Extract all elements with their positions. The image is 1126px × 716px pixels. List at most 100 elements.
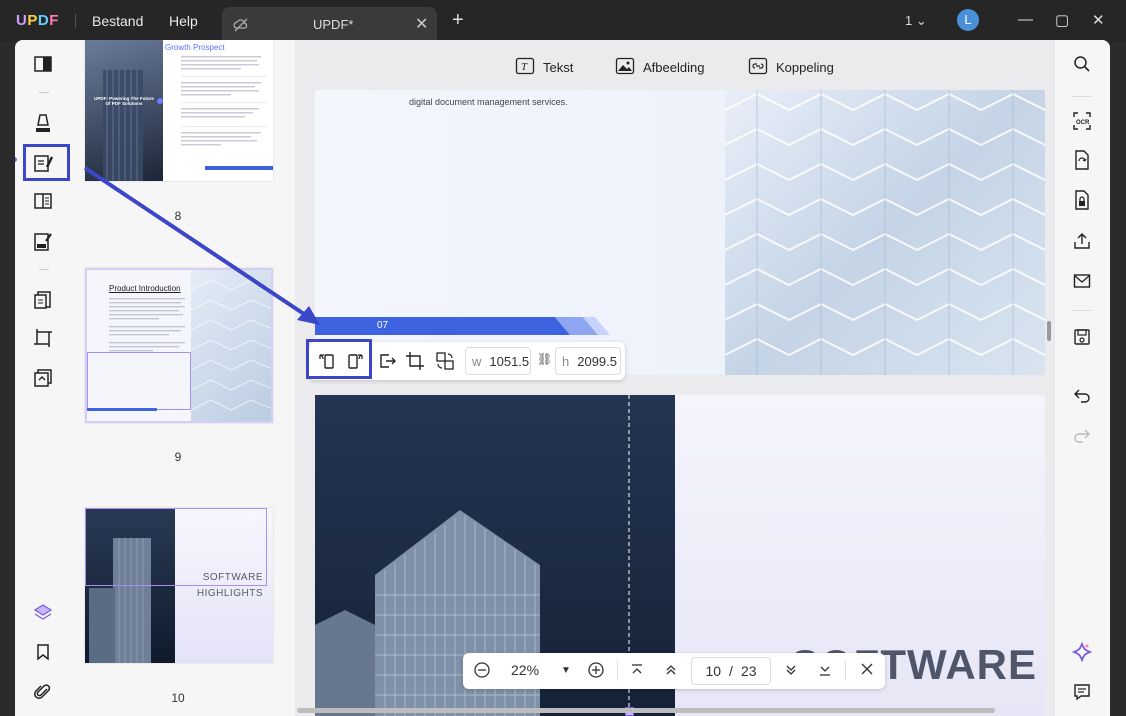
- link-icon: [748, 57, 768, 78]
- horizontal-scrollbar[interactable]: [297, 708, 995, 713]
- thumb-image-title: UPDF: Powering The Future Of PDF Solutio…: [94, 96, 154, 106]
- add-image-button[interactable]: Afbeelding: [615, 57, 704, 78]
- svg-text:OCR: OCR: [1076, 120, 1090, 126]
- menu-help[interactable]: Help: [169, 13, 198, 29]
- right-toolbar: OCR: [1055, 40, 1110, 716]
- page-separator: /: [729, 663, 733, 679]
- glass-facade-photo: [724, 90, 1045, 375]
- rightbar-divider: [1072, 310, 1092, 311]
- zoom-dropdown-icon[interactable]: ▼: [561, 665, 571, 676]
- pdf-page-9: digital document management services. 07: [315, 90, 1045, 375]
- page-body-text: digital document management services.: [409, 97, 568, 107]
- zoom-level[interactable]: 22%: [511, 662, 539, 678]
- redo-icon[interactable]: [1072, 425, 1092, 445]
- layers-icon[interactable]: [29, 598, 57, 626]
- chevron-down-icon: ⌄: [915, 13, 927, 28]
- close-window-icon[interactable]: ✕: [1092, 11, 1105, 29]
- email-icon[interactable]: [1072, 271, 1092, 291]
- total-pages: 23: [740, 663, 757, 679]
- thumbnail-panel: UPDF: Powering The Future Of PDF Solutio…: [71, 40, 295, 716]
- add-link-button[interactable]: Koppeling: [748, 57, 834, 78]
- text-box-icon: T: [515, 57, 535, 78]
- bookmark-icon[interactable]: [29, 638, 57, 666]
- image-height-field[interactable]: h 2099.5: [555, 347, 621, 375]
- new-tab-icon[interactable]: +: [452, 9, 464, 32]
- image-width-field[interactable]: w 1051.5: [465, 347, 531, 375]
- rotate-left-icon[interactable]: [317, 351, 337, 376]
- add-link-label: Koppeling: [776, 60, 834, 75]
- convert-icon[interactable]: [1072, 150, 1092, 170]
- active-indicator: [15, 157, 17, 162]
- building-image: UPDF: Powering The Future Of PDF Solutio…: [85, 40, 163, 181]
- rotate-right-icon[interactable]: [345, 351, 365, 376]
- toolbar-divider: [39, 269, 49, 270]
- undo-icon[interactable]: [1072, 385, 1092, 405]
- height-value: 2099.5: [577, 353, 617, 369]
- previous-page-icon[interactable]: [663, 662, 679, 681]
- thumbnail-page-8[interactable]: UPDF: Powering The Future Of PDF Solutio…: [85, 40, 273, 181]
- last-page-icon[interactable]: [817, 662, 833, 681]
- crop-image-icon[interactable]: [405, 351, 425, 376]
- left-toolbar: [15, 40, 71, 716]
- first-page-icon[interactable]: [629, 662, 645, 681]
- ai-assistant-icon[interactable]: [1072, 642, 1092, 662]
- width-label: w: [472, 353, 482, 369]
- title-separator: [75, 14, 76, 28]
- crop-pages-icon[interactable]: [29, 324, 57, 352]
- glass-facade-image: [190, 270, 271, 421]
- banner-number: 07: [377, 320, 389, 331]
- page-tools-icon[interactable]: [29, 364, 57, 392]
- height-label: h: [562, 353, 570, 369]
- comment-list-icon[interactable]: [1072, 682, 1092, 702]
- extract-image-icon[interactable]: [377, 351, 397, 376]
- thumbnail-page-9[interactable]: Product Introduction: [85, 268, 273, 423]
- app-window: UPDF: Powering The Future Of PDF Solutio…: [15, 40, 1110, 716]
- svg-text:T: T: [521, 61, 528, 73]
- minimize-icon[interactable]: —: [1018, 11, 1033, 28]
- replace-image-icon[interactable]: [435, 351, 455, 376]
- lock-ratio-icon[interactable]: ⛓: [537, 352, 552, 366]
- edit-subtoolbar: T Tekst Afbeelding Koppeling: [295, 40, 1055, 90]
- highlight-box-edit-tool: [23, 144, 70, 181]
- tab-close-icon[interactable]: ✕: [415, 14, 428, 34]
- convert-pdf-icon[interactable]: [29, 286, 57, 314]
- add-text-label: Tekst: [543, 60, 574, 75]
- zoom-nav-bar: 22% ▼ 10 / 23: [463, 653, 885, 689]
- thumb-heading: SOFTWARE HIGHLIGHTS: [196, 572, 263, 599]
- page-number-input[interactable]: 10 / 23: [691, 657, 771, 685]
- menu-file[interactable]: Bestand: [92, 13, 143, 29]
- image-icon: [615, 57, 635, 78]
- page-number-10: 10: [171, 691, 185, 705]
- window-count[interactable]: 1 ⌄: [905, 13, 927, 29]
- save-icon[interactable]: [1072, 327, 1092, 347]
- attachment-icon[interactable]: [29, 678, 57, 706]
- share-icon[interactable]: [1072, 231, 1092, 251]
- current-page: 10: [705, 663, 722, 679]
- blue-banner: 07: [315, 317, 610, 335]
- zoom-out-icon[interactable]: [473, 661, 491, 682]
- maximize-icon[interactable]: ▢: [1055, 11, 1069, 29]
- document-tab[interactable]: UPDF* ✕: [222, 7, 437, 42]
- page-number-9: 9: [174, 450, 182, 464]
- reader-mode-icon[interactable]: [29, 50, 57, 78]
- fill-sign-icon[interactable]: [29, 228, 57, 256]
- protect-icon[interactable]: [1072, 190, 1092, 210]
- blue-stripe: [87, 408, 157, 411]
- cloud-off-icon: [232, 16, 250, 39]
- close-nav-icon[interactable]: [859, 661, 875, 680]
- nav-divider: [845, 661, 846, 681]
- organize-pages-icon[interactable]: [29, 187, 57, 215]
- page-number-8: 8: [174, 209, 182, 223]
- width-value: 1051.5: [489, 353, 530, 369]
- blue-stripe: [205, 166, 273, 170]
- thumbnail-page-10[interactable]: SOFTWARE HIGHLIGHTS: [85, 508, 273, 663]
- vertical-scrollbar[interactable]: [1047, 321, 1051, 341]
- ocr-icon[interactable]: OCR: [1072, 111, 1092, 131]
- user-avatar[interactable]: L: [957, 9, 979, 31]
- search-icon[interactable]: [1072, 54, 1092, 74]
- add-text-button[interactable]: T Tekst: [515, 57, 573, 78]
- comment-highlighter-icon[interactable]: [29, 109, 57, 137]
- next-page-icon[interactable]: [783, 662, 799, 681]
- zoom-in-icon[interactable]: [587, 661, 605, 682]
- updf-logo: UPDF: [16, 12, 59, 29]
